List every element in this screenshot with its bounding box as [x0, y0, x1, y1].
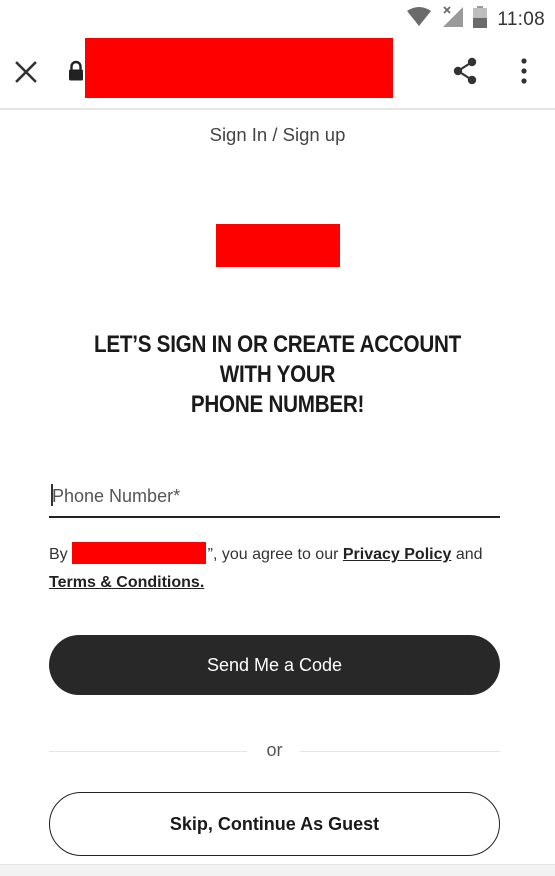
- heading-line-2: PHONE NUMBER!: [190, 391, 365, 418]
- more-options-button[interactable]: [514, 56, 534, 86]
- phone-number-field[interactable]: [49, 478, 500, 518]
- bottom-edge: [0, 864, 555, 876]
- close-button[interactable]: [12, 58, 40, 86]
- continue-as-guest-button[interactable]: Skip, Continue As Guest: [49, 792, 500, 856]
- consent-text: By ”, you agree to our Privacy Policy and…: [49, 541, 509, 597]
- share-button[interactable]: [451, 56, 479, 86]
- terms-conditions-link[interactable]: Terms & Conditions.: [49, 574, 204, 591]
- page-title: Sign In / Sign up: [209, 124, 346, 145]
- heading-line-1: LET’S SIGN IN OR CREATE ACCOUNT WITH YOU…: [94, 331, 461, 388]
- status-bar: 11:08: [0, 0, 555, 34]
- brand-logo-redacted: [216, 224, 340, 267]
- lock-icon: [68, 60, 84, 82]
- consent-and: and: [455, 546, 483, 563]
- status-icons: 11:08: [407, 6, 545, 33]
- signal-icon: [441, 6, 464, 33]
- close-icon: [15, 61, 37, 83]
- url-bar-redacted[interactable]: [85, 38, 393, 98]
- divider-line-right: [300, 751, 500, 752]
- signin-heading: LET’S SIGN IN OR CREATE ACCOUNT WITH YOU…: [73, 330, 482, 420]
- browser-toolbar: [0, 34, 555, 110]
- or-divider: or: [49, 740, 500, 764]
- consent-prefix: By: [49, 546, 68, 563]
- more-vert-icon: [521, 58, 527, 84]
- status-time: 11:08: [497, 8, 545, 30]
- phone-number-input[interactable]: [49, 478, 500, 514]
- share-icon: [453, 57, 477, 85]
- wifi-icon: [407, 7, 432, 32]
- privacy-policy-link[interactable]: Privacy Policy: [343, 546, 452, 563]
- send-code-button[interactable]: Send Me a Code: [49, 635, 500, 695]
- battery-icon: [473, 6, 488, 33]
- redacted-text: [71, 542, 206, 564]
- consent-middle: ”, you agree to our: [207, 546, 339, 563]
